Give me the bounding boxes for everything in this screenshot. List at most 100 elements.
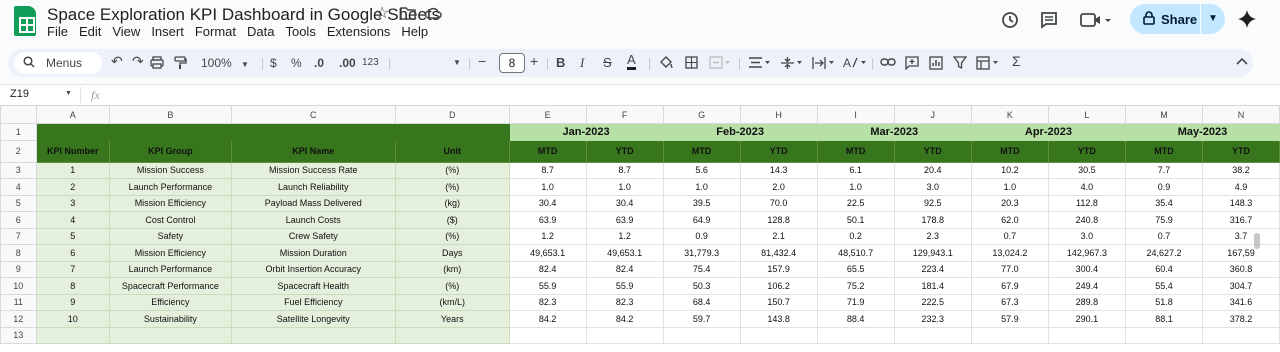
menu-extensions[interactable]: Extensions	[327, 24, 391, 39]
column-header[interactable]: J	[893, 105, 972, 124]
kpi-number-cell[interactable]: 9	[35, 293, 111, 311]
ytd-value-cell[interactable]: 304.7	[1202, 277, 1280, 295]
column-header[interactable]: N	[1202, 105, 1280, 124]
row-header[interactable]: 5	[0, 194, 37, 212]
ytd-value-cell[interactable]: 181.4	[893, 277, 972, 295]
mtd-value-cell[interactable]: 55.9	[508, 277, 587, 295]
column-header[interactable]: C	[230, 105, 396, 124]
mtd-header[interactable]: MTD	[508, 139, 587, 163]
mtd-value-cell[interactable]: 8.7	[508, 161, 587, 179]
column-header[interactable]: M	[1125, 105, 1204, 124]
ytd-value-cell[interactable]: 178.8	[893, 211, 972, 229]
functions-icon[interactable]: Σ	[1012, 53, 1021, 69]
mtd-value-cell[interactable]: 71.9	[816, 293, 895, 311]
menu-file[interactable]: File	[47, 24, 68, 39]
mtd-value-cell[interactable]: 22.5	[816, 194, 895, 212]
column-header[interactable]: K	[970, 105, 1049, 124]
kpi-group-cell[interactable]: Launch Performance	[109, 260, 232, 278]
ytd-value-cell[interactable]: 55.9	[585, 277, 664, 295]
text-wrapping-icon[interactable]	[812, 56, 836, 73]
unit-cell[interactable]: (%)	[394, 227, 510, 245]
mtd-value-cell[interactable]: 48,510.7	[816, 244, 895, 262]
unit-cell[interactable]: Days	[394, 244, 510, 262]
ytd-value-cell[interactable]: 378.2	[1202, 310, 1280, 328]
menu-insert[interactable]: Insert	[151, 24, 184, 39]
row-header[interactable]: 4	[0, 178, 37, 196]
kpi-number-cell[interactable]: 10	[35, 310, 111, 328]
ytd-value-cell[interactable]: 30.5	[1047, 161, 1127, 179]
ytd-value-cell[interactable]: 290.1	[1047, 310, 1127, 328]
mtd-value-cell[interactable]: 82.3	[508, 293, 587, 311]
column-header[interactable]: A	[35, 105, 111, 124]
mtd-value-cell[interactable]: 30.4	[508, 194, 587, 212]
column-header[interactable]: H	[739, 105, 818, 124]
empty-cell[interactable]	[970, 326, 1049, 344]
ytd-value-cell[interactable]: 4.0	[1047, 178, 1127, 196]
merge-cells-icon[interactable]	[709, 56, 731, 72]
mtd-value-cell[interactable]: 5.6	[662, 161, 741, 179]
mtd-value-cell[interactable]: 51.8	[1125, 293, 1204, 311]
move-folder-icon[interactable]	[400, 6, 416, 24]
kpi-name-cell[interactable]: Spacecraft Health	[230, 277, 396, 295]
increase-decimal-button[interactable]: .00	[339, 56, 356, 70]
empty-cell[interactable]	[35, 326, 111, 344]
mtd-header[interactable]: MTD	[1125, 139, 1204, 163]
menu-view[interactable]: View	[112, 24, 140, 39]
ytd-value-cell[interactable]: 128.8	[739, 211, 818, 229]
cloud-saved-icon[interactable]	[424, 6, 442, 24]
row-header[interactable]: 9	[0, 260, 37, 278]
unit-header[interactable]: Unit	[394, 139, 510, 163]
mtd-value-cell[interactable]: 39.5	[662, 194, 741, 212]
mtd-value-cell[interactable]: 88.1	[1125, 310, 1204, 328]
star-icon[interactable]: ☆	[375, 6, 389, 22]
ytd-value-cell[interactable]: 223.4	[893, 260, 972, 278]
ytd-value-cell[interactable]: 38.2	[1202, 161, 1280, 179]
paint-format-icon[interactable]	[174, 56, 187, 73]
horizontal-align-icon[interactable]	[748, 56, 772, 72]
ytd-header[interactable]: YTD	[1202, 139, 1280, 163]
mtd-value-cell[interactable]: 75.4	[662, 260, 741, 278]
kpi-number-cell[interactable]: 3	[35, 194, 111, 212]
mtd-value-cell[interactable]: 63.9	[508, 211, 587, 229]
kpi-group-cell[interactable]: Mission Efficiency	[109, 244, 232, 262]
kpi-number-cell[interactable]: 5	[35, 227, 111, 245]
empty-cell[interactable]	[585, 326, 664, 344]
row-header[interactable]: 2	[0, 139, 37, 163]
empty-cell[interactable]	[394, 326, 510, 344]
month-header-cell[interactable]: Apr-2023	[970, 123, 1127, 141]
unit-cell[interactable]: Years	[394, 310, 510, 328]
kpi-group-cell[interactable]: Safety	[109, 227, 232, 245]
mtd-value-cell[interactable]: 67.3	[970, 293, 1049, 311]
menu-edit[interactable]: Edit	[79, 24, 101, 39]
row-header[interactable]: 13	[0, 326, 37, 344]
mtd-value-cell[interactable]: 82.4	[508, 260, 587, 278]
row-header[interactable]: 11	[0, 293, 37, 311]
kpi-name-cell[interactable]: Orbit Insertion Accuracy	[230, 260, 396, 278]
ytd-header[interactable]: YTD	[585, 139, 664, 163]
ytd-value-cell[interactable]: 300.4	[1047, 260, 1127, 278]
ytd-value-cell[interactable]: 49,653.1	[585, 244, 664, 262]
undo-icon[interactable]: ↶	[111, 53, 123, 70]
mtd-value-cell[interactable]: 65.5	[816, 260, 895, 278]
ytd-value-cell[interactable]: 289.8	[1047, 293, 1127, 311]
ytd-value-cell[interactable]: 20.4	[893, 161, 972, 179]
search-menus-field[interactable]: Menus	[14, 52, 102, 74]
empty-cell[interactable]	[1047, 326, 1127, 344]
mtd-value-cell[interactable]: 35.4	[1125, 194, 1204, 212]
kpi-number-cell[interactable]: 6	[35, 244, 111, 262]
ytd-value-cell[interactable]: 222.5	[893, 293, 972, 311]
ytd-value-cell[interactable]: 82.4	[585, 260, 664, 278]
ytd-value-cell[interactable]: 360.8	[1202, 260, 1280, 278]
unit-cell[interactable]: (%)	[394, 178, 510, 196]
ytd-value-cell[interactable]: 232.3	[893, 310, 972, 328]
empty-cell[interactable]	[1125, 326, 1204, 344]
column-header[interactable]: F	[585, 105, 664, 124]
ytd-value-cell[interactable]: 81,432.4	[739, 244, 818, 262]
menu-tools[interactable]: Tools	[285, 24, 315, 39]
empty-cell[interactable]	[739, 326, 818, 344]
unit-cell[interactable]: (kg)	[394, 194, 510, 212]
kpi-number-cell[interactable]: 7	[35, 260, 111, 278]
mtd-value-cell[interactable]: 10.2	[970, 161, 1049, 179]
column-header[interactable]: G	[662, 105, 741, 124]
ytd-value-cell[interactable]: 92.5	[893, 194, 972, 212]
